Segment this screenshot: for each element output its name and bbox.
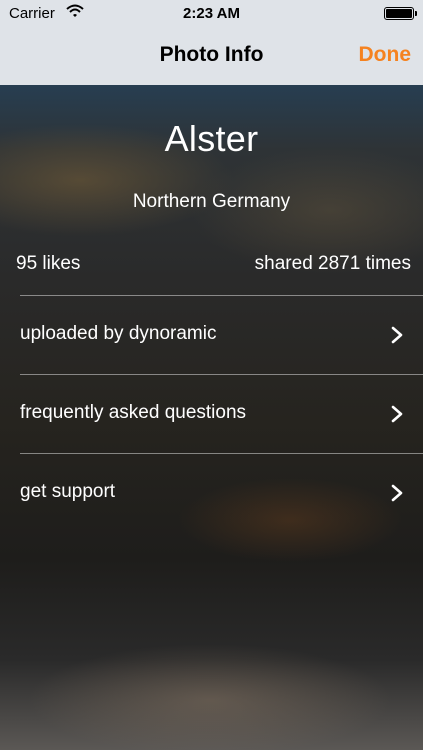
get-support-row[interactable]: get support (0, 454, 423, 532)
share-count: shared 2871 times (254, 253, 411, 274)
photo-info-panel: Alster Northern Germany 95 likes shared … (0, 85, 423, 750)
faq-label: frequently asked questions (20, 402, 247, 423)
chevron-right-icon (391, 484, 403, 502)
uploaded-by-row[interactable]: uploaded by dynoramic (0, 296, 423, 374)
get-support-label: get support (20, 481, 116, 502)
status-bar: Carrier 2:23 AM (0, 0, 423, 28)
status-time: 2:23 AM (183, 5, 240, 22)
battery-icon (384, 7, 417, 20)
done-button[interactable]: Done (359, 43, 412, 67)
photo-title: Alster (164, 118, 259, 159)
navigation-bar: Photo Info Done (0, 28, 423, 85)
uploaded-by-label: uploaded by dynoramic (20, 323, 217, 344)
chevron-right-icon (391, 326, 403, 344)
photo-location: Northern Germany (132, 191, 291, 212)
likes-count: 95 likes (16, 253, 81, 274)
faq-row[interactable]: frequently asked questions (0, 375, 423, 453)
chevron-right-icon (391, 405, 403, 423)
